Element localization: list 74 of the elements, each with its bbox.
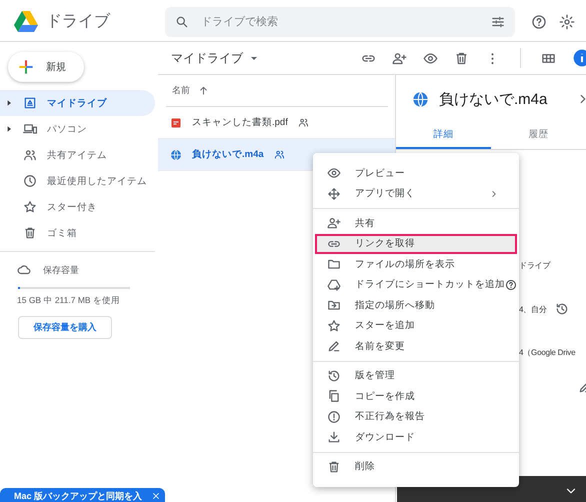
people-icon [23,148,37,162]
computer-icon [23,122,37,136]
globe-icon [170,148,182,160]
move-icon [327,186,341,201]
trash-icon [23,226,37,240]
menu-item[interactable]: ファイルの場所を表示 [313,254,519,274]
banner-text: Mac 版バックアップと同期を入 [14,490,142,502]
app-name: ドライブ [46,12,110,32]
menu-item[interactable]: スターを追加 [313,316,519,336]
history-icon [327,368,341,383]
detail-value: 4、自分 [519,304,547,314]
triangle-logo-icon [14,11,38,32]
settings-icon[interactable] [559,14,575,30]
alert-icon [327,410,341,424]
nav-item[interactable]: マイドライブ [0,90,155,116]
nav-item[interactable]: ゴミ箱 [0,220,155,246]
clock-icon [23,174,37,188]
menu-item[interactable]: 版を管理 [313,366,519,386]
folder-title-dropdown[interactable]: マイドライブ [165,50,263,66]
globe-icon [412,90,429,108]
filter-icon[interactable] [491,14,505,28]
details-tab[interactable]: 履歴 [491,121,586,149]
caret-down-icon [251,56,257,60]
search-icon [175,14,189,28]
details-title: 負けないで.m4a [439,90,548,108]
search-field[interactable]: ドライブで検索 [165,6,515,36]
close-icon[interactable] [151,491,161,501]
new-button[interactable]: 新規 [8,52,84,82]
search-input[interactable]: ドライブで検索 [199,14,481,28]
menu-item[interactable]: ドライブにショートカットを追加 [313,274,519,295]
help-icon[interactable] [505,278,517,291]
eye-icon [327,166,341,180]
info-icon[interactable] [572,48,586,68]
plus-icon [18,59,34,75]
person-add-icon [327,216,341,230]
expand-caret-icon[interactable] [7,126,11,132]
nav-item[interactable]: パソコン [0,116,155,142]
storage-label: 保存容量 [43,264,79,276]
nav-item[interactable]: スター付き [0,194,155,220]
folder-icon [327,257,341,272]
column-header[interactable]: 名前 [172,84,190,97]
menu-item[interactable]: 削除 [313,456,519,477]
star-icon [23,200,37,214]
menu-item[interactable]: リンクを取得 [315,234,517,254]
menu-item[interactable]: 名前を変更 [313,336,519,356]
download-icon [327,430,341,444]
pencil-icon [327,339,341,354]
help-icon[interactable] [531,14,547,30]
person-add-icon[interactable] [392,50,407,66]
nav-item[interactable]: 共有アイテム [0,142,155,168]
trash-icon[interactable] [454,50,469,66]
drive-box-icon [23,96,37,110]
expand-caret-icon[interactable] [7,100,11,106]
menu-item[interactable]: ダウンロード [313,427,519,448]
nav-item[interactable]: 最近使用したアイテム [0,168,155,194]
star-icon [327,318,341,333]
detail-value: 4（Google Drive [519,347,576,358]
copy-icon [327,389,341,404]
menu-item[interactable]: コピーを作成 [313,386,519,406]
trash-icon [327,460,341,474]
cloud-icon [17,263,31,277]
arrow-up-icon[interactable] [198,85,209,96]
storage-usage: 15 GB 中 211.7 MB を使用 [17,295,121,307]
eye-icon[interactable] [423,50,438,66]
menu-item[interactable]: 不正行為を報告 [313,406,519,427]
menu-item[interactable]: 指定の場所へ移動 [313,295,519,316]
folder-arrow-icon [327,298,341,312]
menu-item[interactable]: 共有 [313,213,519,234]
menu-item[interactable]: アプリで開く [313,184,519,204]
history-icon[interactable] [554,302,569,316]
detail-value: ドライブ [519,260,550,271]
document-icon [170,116,182,128]
details-tab[interactable]: 詳細 [396,121,491,149]
buy-storage-button[interactable]: 保存容量を購入 [18,316,112,339]
